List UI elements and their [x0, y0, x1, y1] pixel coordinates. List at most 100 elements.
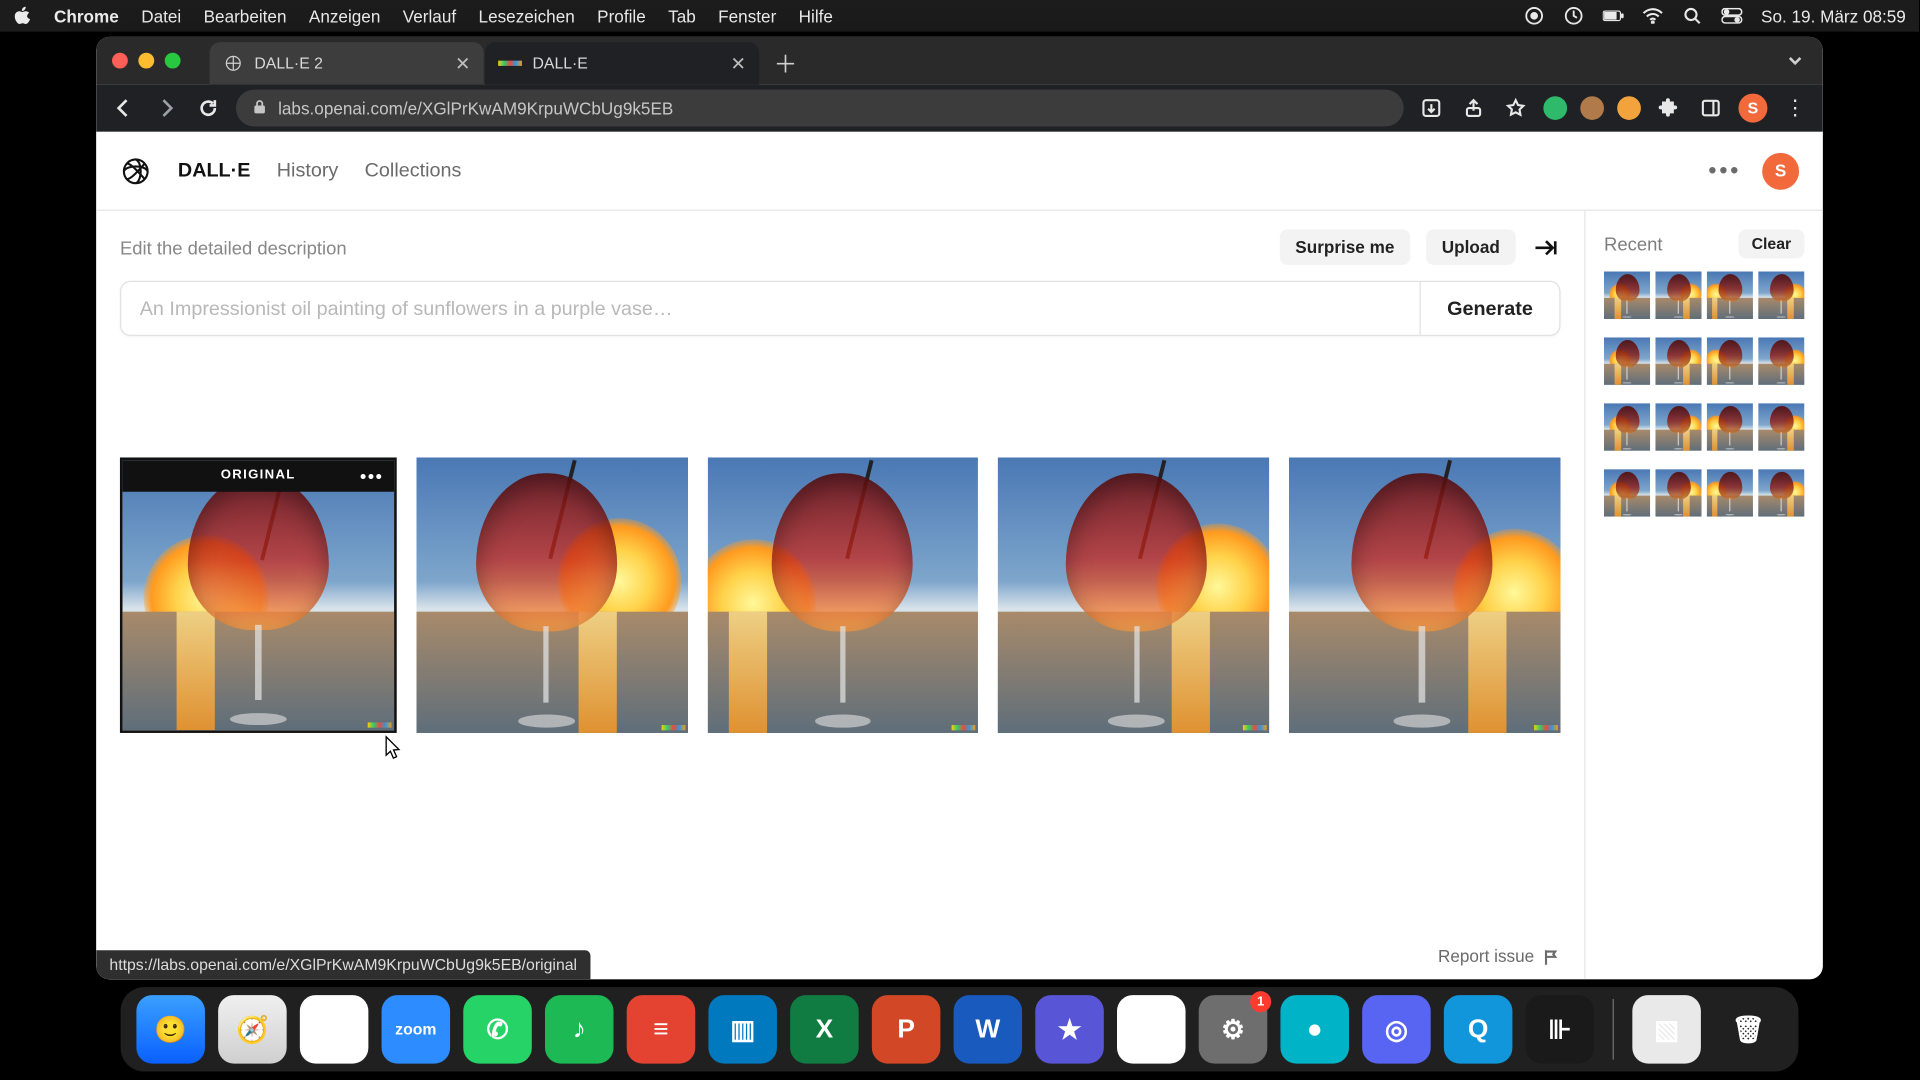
- dock-finder[interactable]: 🙂: [136, 995, 205, 1064]
- recent-thumb[interactable]: [1655, 337, 1701, 384]
- share-icon[interactable]: [1459, 94, 1488, 123]
- user-avatar[interactable]: S: [1762, 152, 1799, 189]
- profile-avatar[interactable]: S: [1738, 94, 1767, 123]
- surprise-me-button[interactable]: Surprise me: [1279, 229, 1410, 265]
- menubar-clock[interactable]: So. 19. März 08:59: [1761, 6, 1906, 26]
- menu-hilfe[interactable]: Hilfe: [799, 6, 833, 26]
- recent-thumb[interactable]: [1758, 403, 1804, 450]
- nav-history[interactable]: History: [277, 159, 339, 181]
- menu-fenster[interactable]: Fenster: [718, 6, 776, 26]
- close-tab-icon[interactable]: ✕: [731, 52, 746, 74]
- macos-menubar: Chrome Datei Bearbeiten Anzeigen Verlauf…: [0, 0, 1919, 32]
- chrome-menu-icon[interactable]: ⋮: [1781, 94, 1810, 123]
- result-variation[interactable]: [707, 457, 978, 734]
- openai-logo-icon[interactable]: [120, 155, 152, 187]
- recent-thumb[interactable]: [1604, 469, 1650, 516]
- menu-bearbeiten[interactable]: Bearbeiten: [204, 6, 287, 26]
- recent-thumb[interactable]: [1604, 403, 1650, 450]
- menu-tab[interactable]: Tab: [668, 6, 696, 26]
- close-tab-icon[interactable]: ✕: [455, 52, 470, 74]
- nav-forward-icon[interactable]: [152, 94, 181, 123]
- dock-excel[interactable]: X: [790, 995, 859, 1064]
- header-more-icon[interactable]: •••: [1708, 157, 1741, 185]
- spotlight-icon[interactable]: [1682, 7, 1703, 25]
- extensions-puzzle-icon[interactable]: [1654, 94, 1683, 123]
- recent-row: [1604, 337, 1804, 384]
- menu-anzeigen[interactable]: Anzeigen: [309, 6, 380, 26]
- dock-trash[interactable]: 🗑: [1714, 995, 1783, 1064]
- install-app-icon[interactable]: [1417, 94, 1446, 123]
- result-variation[interactable]: [416, 457, 687, 734]
- menu-verlauf[interactable]: Verlauf: [403, 6, 456, 26]
- upload-button[interactable]: Upload: [1426, 229, 1516, 265]
- dock-chrome[interactable]: ◉: [300, 995, 369, 1064]
- ext-orange-icon[interactable]: [1617, 96, 1641, 120]
- ext-brown-icon[interactable]: [1580, 96, 1604, 120]
- tab-dalle[interactable]: DALL·E ✕: [485, 42, 759, 84]
- dock-voice-memos[interactable]: ⊪: [1526, 995, 1595, 1064]
- clear-recent-button[interactable]: Clear: [1738, 229, 1804, 258]
- url-field[interactable]: labs.openai.com/e/XGlPrKwAM9KrpuWCbUg9k5…: [236, 90, 1404, 127]
- nav-back-icon[interactable]: [109, 94, 138, 123]
- clock-icon[interactable]: [1563, 7, 1584, 25]
- wifi-icon[interactable]: [1642, 7, 1663, 25]
- menu-datei[interactable]: Datei: [141, 6, 181, 26]
- result-variation[interactable]: [1289, 457, 1560, 734]
- new-tab-button[interactable]: ＋: [768, 46, 802, 80]
- recent-thumb[interactable]: [1604, 337, 1650, 384]
- recent-thumb[interactable]: [1758, 337, 1804, 384]
- bookmark-star-icon[interactable]: [1501, 94, 1530, 123]
- dock-preview[interactable]: ▧: [1632, 995, 1701, 1064]
- dock-word[interactable]: W: [954, 995, 1023, 1064]
- recent-thumb[interactable]: [1655, 469, 1701, 516]
- recent-thumb[interactable]: [1604, 272, 1650, 319]
- result-original[interactable]: ORIGINAL•••: [120, 457, 397, 734]
- dock-imovie[interactable]: ★: [1035, 995, 1104, 1064]
- dock-powerpoint[interactable]: P: [872, 995, 941, 1064]
- recent-thumb[interactable]: [1758, 272, 1804, 319]
- dock-whatsapp[interactable]: ✆: [463, 995, 532, 1064]
- traffic-fullscreen[interactable]: [165, 53, 181, 69]
- dock-discord[interactable]: ◎: [1362, 995, 1431, 1064]
- dock-app-teal[interactable]: ●: [1280, 995, 1349, 1064]
- tab-title: DALL·E 2: [254, 54, 323, 72]
- traffic-minimize[interactable]: [138, 53, 154, 69]
- menubar-app-name[interactable]: Chrome: [54, 6, 119, 26]
- result-variation[interactable]: [998, 457, 1269, 734]
- screenrecord-icon[interactable]: [1524, 7, 1545, 25]
- control-center-icon[interactable]: [1722, 7, 1743, 25]
- card-more-icon[interactable]: •••: [360, 465, 383, 486]
- battery-icon[interactable]: [1603, 7, 1624, 25]
- nav-collections[interactable]: Collections: [365, 159, 462, 181]
- traffic-close[interactable]: [112, 53, 128, 69]
- dock-spotify[interactable]: ♪: [545, 995, 614, 1064]
- recent-thumb[interactable]: [1707, 469, 1753, 516]
- recent-thumb[interactable]: [1707, 272, 1753, 319]
- recent-thumb[interactable]: [1655, 403, 1701, 450]
- dock-drive[interactable]: △: [1117, 995, 1186, 1064]
- dock-settings[interactable]: ⚙1: [1199, 995, 1268, 1064]
- openai-favicon-icon: [223, 53, 244, 74]
- recent-thumb[interactable]: [1707, 403, 1753, 450]
- recent-thumb[interactable]: [1655, 272, 1701, 319]
- apple-logo-icon[interactable]: [13, 7, 31, 25]
- dock-quicktime[interactable]: Q: [1444, 995, 1513, 1064]
- dock-zoom[interactable]: zoom: [382, 995, 451, 1064]
- nav-dalle[interactable]: DALL·E: [178, 159, 250, 181]
- report-issue-link[interactable]: Report issue: [1438, 946, 1561, 966]
- menu-profile[interactable]: Profile: [597, 6, 646, 26]
- recent-thumb[interactable]: [1758, 469, 1804, 516]
- sidepanel-icon[interactable]: [1696, 94, 1725, 123]
- submit-arrow-icon[interactable]: [1532, 237, 1561, 258]
- ext-shield-icon[interactable]: [1543, 96, 1567, 120]
- tab-overflow-icon[interactable]: [1781, 37, 1810, 84]
- prompt-input[interactable]: An Impressionist oil painting of sunflow…: [121, 282, 1419, 335]
- menu-lesezeichen[interactable]: Lesezeichen: [479, 6, 575, 26]
- dock-safari[interactable]: 🧭: [218, 995, 287, 1064]
- dock-todoist[interactable]: ≡: [627, 995, 696, 1064]
- tab-dalle2[interactable]: DALL·E 2 ✕: [210, 42, 484, 84]
- recent-thumb[interactable]: [1707, 337, 1753, 384]
- generate-button[interactable]: Generate: [1419, 282, 1559, 335]
- dock-trello[interactable]: ▥: [708, 995, 777, 1064]
- nav-reload-icon[interactable]: [194, 94, 223, 123]
